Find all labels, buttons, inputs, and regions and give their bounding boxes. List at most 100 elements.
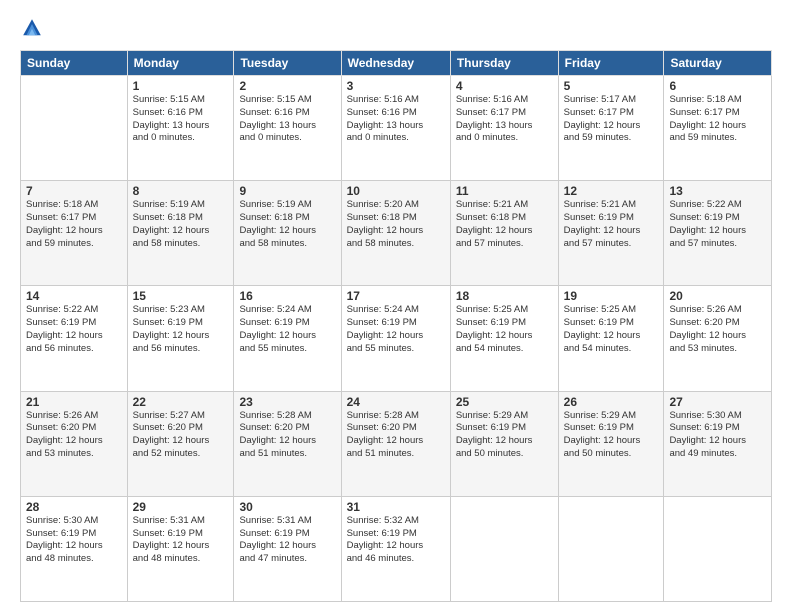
day-info: Sunrise: 5:24 AMSunset: 6:19 PMDaylight:… (239, 304, 335, 355)
page: SundayMondayTuesdayWednesdayThursdayFrid… (0, 0, 792, 612)
day-info: Sunrise: 5:19 AMSunset: 6:18 PMDaylight:… (239, 199, 335, 250)
day-cell: 10Sunrise: 5:20 AMSunset: 6:18 PMDayligh… (341, 181, 450, 286)
day-cell: 31Sunrise: 5:32 AMSunset: 6:19 PMDayligh… (341, 496, 450, 601)
calendar-table: SundayMondayTuesdayWednesdayThursdayFrid… (20, 50, 772, 602)
day-number: 16 (239, 289, 335, 303)
day-info: Sunrise: 5:30 AMSunset: 6:19 PMDaylight:… (669, 410, 766, 461)
week-row-1: 1Sunrise: 5:15 AMSunset: 6:16 PMDaylight… (21, 76, 772, 181)
day-cell (21, 76, 128, 181)
day-info: Sunrise: 5:18 AMSunset: 6:17 PMDaylight:… (669, 94, 766, 145)
week-row-3: 14Sunrise: 5:22 AMSunset: 6:19 PMDayligh… (21, 286, 772, 391)
day-info: Sunrise: 5:26 AMSunset: 6:20 PMDaylight:… (26, 410, 122, 461)
header-cell-sunday: Sunday (21, 51, 128, 76)
day-info: Sunrise: 5:29 AMSunset: 6:19 PMDaylight:… (456, 410, 553, 461)
header-cell-tuesday: Tuesday (234, 51, 341, 76)
day-number: 29 (133, 500, 229, 514)
day-info: Sunrise: 5:21 AMSunset: 6:19 PMDaylight:… (564, 199, 659, 250)
header-cell-friday: Friday (558, 51, 664, 76)
header-row: SundayMondayTuesdayWednesdayThursdayFrid… (21, 51, 772, 76)
day-number: 1 (133, 79, 229, 93)
day-cell: 11Sunrise: 5:21 AMSunset: 6:18 PMDayligh… (450, 181, 558, 286)
day-info: Sunrise: 5:24 AMSunset: 6:19 PMDaylight:… (347, 304, 445, 355)
day-cell: 25Sunrise: 5:29 AMSunset: 6:19 PMDayligh… (450, 391, 558, 496)
day-number: 5 (564, 79, 659, 93)
calendar-body: 1Sunrise: 5:15 AMSunset: 6:16 PMDaylight… (21, 76, 772, 602)
day-info: Sunrise: 5:17 AMSunset: 6:17 PMDaylight:… (564, 94, 659, 145)
week-row-4: 21Sunrise: 5:26 AMSunset: 6:20 PMDayligh… (21, 391, 772, 496)
day-info: Sunrise: 5:15 AMSunset: 6:16 PMDaylight:… (133, 94, 229, 145)
day-cell: 20Sunrise: 5:26 AMSunset: 6:20 PMDayligh… (664, 286, 772, 391)
day-cell (664, 496, 772, 601)
day-info: Sunrise: 5:25 AMSunset: 6:19 PMDaylight:… (564, 304, 659, 355)
day-number: 7 (26, 184, 122, 198)
day-number: 12 (564, 184, 659, 198)
day-cell: 17Sunrise: 5:24 AMSunset: 6:19 PMDayligh… (341, 286, 450, 391)
day-number: 30 (239, 500, 335, 514)
day-number: 28 (26, 500, 122, 514)
day-cell: 18Sunrise: 5:25 AMSunset: 6:19 PMDayligh… (450, 286, 558, 391)
day-cell (558, 496, 664, 601)
header-cell-monday: Monday (127, 51, 234, 76)
day-cell: 13Sunrise: 5:22 AMSunset: 6:19 PMDayligh… (664, 181, 772, 286)
day-cell: 28Sunrise: 5:30 AMSunset: 6:19 PMDayligh… (21, 496, 128, 601)
week-row-2: 7Sunrise: 5:18 AMSunset: 6:17 PMDaylight… (21, 181, 772, 286)
day-cell: 14Sunrise: 5:22 AMSunset: 6:19 PMDayligh… (21, 286, 128, 391)
day-cell: 8Sunrise: 5:19 AMSunset: 6:18 PMDaylight… (127, 181, 234, 286)
day-cell: 15Sunrise: 5:23 AMSunset: 6:19 PMDayligh… (127, 286, 234, 391)
day-cell: 7Sunrise: 5:18 AMSunset: 6:17 PMDaylight… (21, 181, 128, 286)
header-cell-wednesday: Wednesday (341, 51, 450, 76)
day-cell: 3Sunrise: 5:16 AMSunset: 6:16 PMDaylight… (341, 76, 450, 181)
day-cell: 27Sunrise: 5:30 AMSunset: 6:19 PMDayligh… (664, 391, 772, 496)
day-number: 25 (456, 395, 553, 409)
day-cell: 4Sunrise: 5:16 AMSunset: 6:17 PMDaylight… (450, 76, 558, 181)
day-info: Sunrise: 5:25 AMSunset: 6:19 PMDaylight:… (456, 304, 553, 355)
day-cell: 16Sunrise: 5:24 AMSunset: 6:19 PMDayligh… (234, 286, 341, 391)
day-cell (450, 496, 558, 601)
day-number: 24 (347, 395, 445, 409)
day-info: Sunrise: 5:27 AMSunset: 6:20 PMDaylight:… (133, 410, 229, 461)
day-number: 21 (26, 395, 122, 409)
day-info: Sunrise: 5:23 AMSunset: 6:19 PMDaylight:… (133, 304, 229, 355)
day-number: 8 (133, 184, 229, 198)
day-number: 14 (26, 289, 122, 303)
day-info: Sunrise: 5:31 AMSunset: 6:19 PMDaylight:… (239, 515, 335, 566)
week-row-5: 28Sunrise: 5:30 AMSunset: 6:19 PMDayligh… (21, 496, 772, 601)
day-info: Sunrise: 5:32 AMSunset: 6:19 PMDaylight:… (347, 515, 445, 566)
header (20, 16, 772, 40)
logo-icon (20, 16, 44, 40)
day-cell: 19Sunrise: 5:25 AMSunset: 6:19 PMDayligh… (558, 286, 664, 391)
day-number: 22 (133, 395, 229, 409)
day-number: 11 (456, 184, 553, 198)
day-number: 18 (456, 289, 553, 303)
day-number: 6 (669, 79, 766, 93)
day-number: 23 (239, 395, 335, 409)
day-info: Sunrise: 5:18 AMSunset: 6:17 PMDaylight:… (26, 199, 122, 250)
day-info: Sunrise: 5:16 AMSunset: 6:17 PMDaylight:… (456, 94, 553, 145)
day-number: 10 (347, 184, 445, 198)
day-number: 13 (669, 184, 766, 198)
header-cell-thursday: Thursday (450, 51, 558, 76)
day-info: Sunrise: 5:21 AMSunset: 6:18 PMDaylight:… (456, 199, 553, 250)
day-cell: 9Sunrise: 5:19 AMSunset: 6:18 PMDaylight… (234, 181, 341, 286)
day-cell: 23Sunrise: 5:28 AMSunset: 6:20 PMDayligh… (234, 391, 341, 496)
day-cell: 24Sunrise: 5:28 AMSunset: 6:20 PMDayligh… (341, 391, 450, 496)
day-number: 19 (564, 289, 659, 303)
day-info: Sunrise: 5:22 AMSunset: 6:19 PMDaylight:… (669, 199, 766, 250)
day-number: 17 (347, 289, 445, 303)
day-number: 15 (133, 289, 229, 303)
day-cell: 12Sunrise: 5:21 AMSunset: 6:19 PMDayligh… (558, 181, 664, 286)
day-cell: 21Sunrise: 5:26 AMSunset: 6:20 PMDayligh… (21, 391, 128, 496)
day-info: Sunrise: 5:16 AMSunset: 6:16 PMDaylight:… (347, 94, 445, 145)
day-number: 27 (669, 395, 766, 409)
calendar-header: SundayMondayTuesdayWednesdayThursdayFrid… (21, 51, 772, 76)
day-cell: 30Sunrise: 5:31 AMSunset: 6:19 PMDayligh… (234, 496, 341, 601)
day-info: Sunrise: 5:31 AMSunset: 6:19 PMDaylight:… (133, 515, 229, 566)
day-cell: 2Sunrise: 5:15 AMSunset: 6:16 PMDaylight… (234, 76, 341, 181)
day-info: Sunrise: 5:30 AMSunset: 6:19 PMDaylight:… (26, 515, 122, 566)
day-info: Sunrise: 5:28 AMSunset: 6:20 PMDaylight:… (347, 410, 445, 461)
day-cell: 1Sunrise: 5:15 AMSunset: 6:16 PMDaylight… (127, 76, 234, 181)
day-number: 9 (239, 184, 335, 198)
day-cell: 6Sunrise: 5:18 AMSunset: 6:17 PMDaylight… (664, 76, 772, 181)
day-number: 26 (564, 395, 659, 409)
day-info: Sunrise: 5:22 AMSunset: 6:19 PMDaylight:… (26, 304, 122, 355)
